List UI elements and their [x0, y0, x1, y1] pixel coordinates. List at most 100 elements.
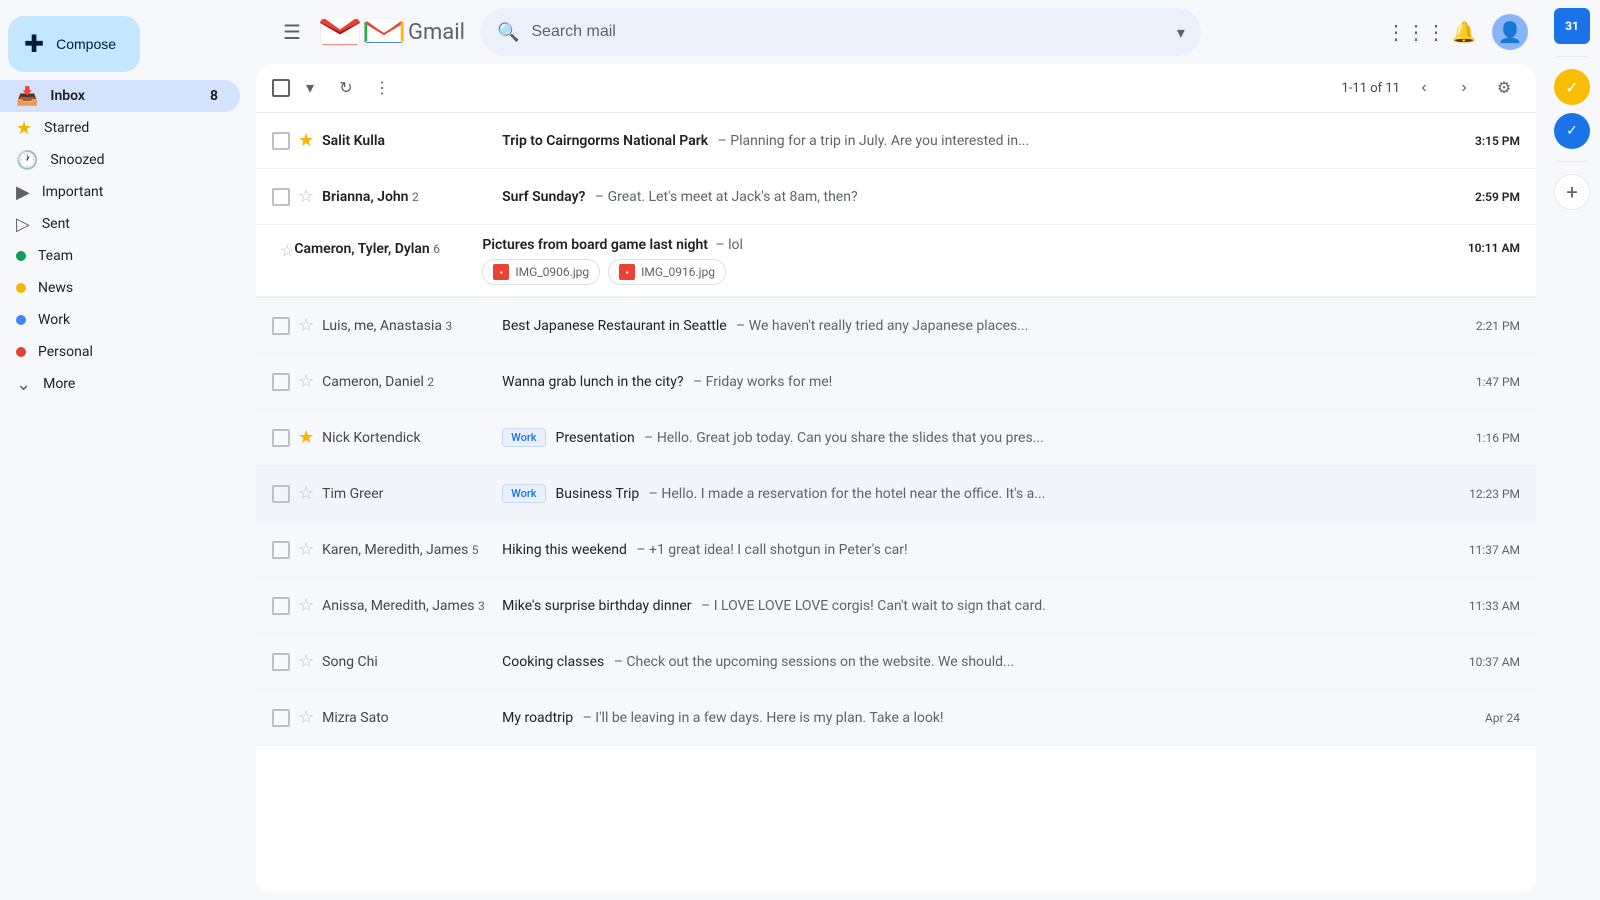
star-button[interactable]: ☆	[298, 651, 314, 672]
star-button[interactable]: ☆	[298, 371, 314, 392]
email-checkbox[interactable]	[272, 317, 290, 335]
email-row[interactable]: ☆ Mizra Sato My roadtrip – I'll be leavi…	[256, 690, 1536, 746]
star-button[interactable]: ☆	[298, 539, 314, 560]
settings-button[interactable]: ⚙	[1488, 72, 1520, 104]
email-time: Apr 24	[1485, 711, 1520, 725]
email-row[interactable]: ☆ Cameron, Tyler, Dylan 6 Pictures from …	[256, 225, 1536, 297]
star-button[interactable]: ☆	[280, 241, 294, 260]
email-checkbox[interactable]	[272, 709, 290, 727]
select-dropdown-button[interactable]: ▾	[294, 72, 326, 104]
chevron-left-icon: ‹	[1421, 79, 1426, 97]
star-button[interactable]: ★	[298, 130, 314, 151]
email-row[interactable]: ☆ Cameron, Daniel 2 Wanna grab lunch in …	[256, 354, 1536, 410]
sidebar-item-inbox[interactable]: 📥 Inbox 8	[0, 80, 240, 112]
email-content: Work Business Trip – Hello. I made a res…	[502, 484, 1461, 503]
email-checkbox[interactable]	[272, 597, 290, 615]
chevron-right-icon: ›	[1461, 79, 1466, 97]
email-row[interactable]: ★ Salit Kulla Trip to Cairngorms Nationa…	[256, 113, 1536, 169]
star-button[interactable]: ☆	[298, 595, 314, 616]
calendar-icon-button[interactable]: 31	[1554, 8, 1590, 44]
apps-button[interactable]: ⋮⋮⋮	[1396, 12, 1436, 52]
compose-button[interactable]: ✚ Compose	[8, 16, 140, 72]
email-row[interactable]: ☆ Karen, Meredith, James 5 Hiking this w…	[256, 522, 1536, 578]
email-checkbox[interactable]	[272, 541, 290, 559]
search-bar[interactable]: 🔍 ▾	[481, 8, 1201, 56]
email-checkbox[interactable]	[272, 132, 290, 150]
search-input[interactable]	[531, 23, 1177, 41]
more-options-button[interactable]: ⋮	[366, 72, 398, 104]
main-content: ☰	[256, 0, 1544, 900]
email-checkbox[interactable]	[272, 653, 290, 671]
team-label: Team	[38, 248, 224, 264]
email-time: 10:11 AM	[1468, 233, 1520, 255]
attachment-chip[interactable]: ▪ IMG_0906.jpg	[482, 259, 600, 285]
email-snippet: – Hello. I made a reservation for the ho…	[645, 486, 1045, 502]
refresh-icon: ↻	[339, 78, 352, 98]
select-all-checkbox[interactable]	[272, 79, 290, 97]
email-checkbox[interactable]	[272, 485, 290, 503]
gmail-logo: Gmail	[320, 18, 465, 46]
sidebar-item-sent[interactable]: ▷ Sent	[0, 208, 240, 240]
attachment-chip[interactable]: ▪ IMG_0916.jpg	[608, 259, 726, 285]
email-row[interactable]: ☆ Brianna, John 2 Surf Sunday? – Great. …	[256, 169, 1536, 225]
email-checkbox[interactable]	[272, 373, 290, 391]
sidebar-item-personal[interactable]: Personal	[0, 336, 240, 368]
email-time: 12:23 PM	[1469, 487, 1520, 501]
personal-label: Personal	[38, 344, 224, 360]
tasks-icon-button[interactable]: ✓	[1554, 69, 1590, 105]
email-content: Hiking this weekend – +1 great idea! I c…	[502, 542, 1461, 558]
sidebar: ✚ Compose 📥 Inbox 8 ★ Starred 🕐 Snoozed …	[0, 0, 256, 900]
sidebar-item-news[interactable]: News	[0, 272, 240, 304]
email-time: 3:15 PM	[1475, 134, 1520, 148]
email-row[interactable]: ☆ Song Chi Cooking classes – Check out t…	[256, 634, 1536, 690]
sidebar-item-work[interactable]: Work	[0, 304, 240, 336]
sidebar-item-more[interactable]: ⌄ More	[0, 368, 240, 400]
add-apps-button[interactable]: +	[1554, 174, 1590, 210]
starred-label: Starred	[44, 120, 224, 136]
user-avatar[interactable]: 👤	[1492, 14, 1528, 50]
email-time: 2:21 PM	[1476, 319, 1520, 333]
email-checkbox[interactable]	[272, 429, 290, 447]
starred-icon: ★	[16, 118, 32, 139]
email-subject: Mike's surprise birthday dinner	[502, 598, 691, 614]
sidebar-nav: 📥 Inbox 8 ★ Starred 🕐 Snoozed ▶ Importan…	[0, 80, 256, 400]
sidebar-item-important[interactable]: ▶ Important	[0, 176, 240, 208]
email-checkbox[interactable]	[272, 188, 290, 206]
team-dot	[16, 251, 26, 261]
star-button[interactable]: ☆	[298, 186, 314, 207]
search-dropdown-icon[interactable]: ▾	[1177, 23, 1185, 42]
hamburger-button[interactable]: ☰	[272, 12, 312, 52]
email-row[interactable]: ☆ Anissa, Meredith, James 3 Mike's surpr…	[256, 578, 1536, 634]
important-icon: ▶	[16, 182, 30, 203]
star-button[interactable]: ☆	[298, 707, 314, 728]
keep-icon-button[interactable]: ✓	[1554, 113, 1590, 149]
sidebar-item-starred[interactable]: ★ Starred	[0, 112, 240, 144]
email-content: Best Japanese Restaurant in Seattle – We…	[502, 318, 1468, 334]
more-label: More	[43, 376, 224, 392]
email-subject: Wanna grab lunch in the city?	[502, 374, 683, 390]
header-right: ⋮⋮⋮ 🔔 👤	[1396, 12, 1528, 52]
work-label-tag: Work	[502, 428, 545, 447]
prev-page-button[interactable]: ‹	[1408, 72, 1440, 104]
next-page-button[interactable]: ›	[1448, 72, 1480, 104]
email-row[interactable]: ★ Nick Kortendick Work Presentation – He…	[256, 410, 1536, 466]
star-button[interactable]: ☆	[298, 315, 314, 336]
divider	[1556, 161, 1588, 162]
sidebar-item-snoozed[interactable]: 🕐 Snoozed	[0, 144, 240, 176]
notifications-button[interactable]: 🔔	[1444, 12, 1484, 52]
email-snippet: – +1 great idea! I call shotgun in Peter…	[633, 542, 908, 558]
inbox-badge: 8	[204, 86, 224, 106]
work-dot	[16, 315, 26, 325]
search-icon: 🔍	[497, 22, 519, 43]
compose-label: Compose	[56, 36, 116, 52]
email-row[interactable]: ☆ Tim Greer Work Business Trip – Hello. …	[256, 466, 1536, 522]
star-button[interactable]: ★	[298, 427, 314, 448]
refresh-button[interactable]: ↻	[330, 72, 362, 104]
email-row[interactable]: ☆ Luis, me, Anastasia 3 Best Japanese Re…	[256, 298, 1536, 354]
sidebar-item-team[interactable]: Team	[0, 240, 240, 272]
star-button[interactable]: ☆	[298, 483, 314, 504]
email-subject: Best Japanese Restaurant in Seattle	[502, 318, 727, 334]
email-time: 10:37 AM	[1469, 655, 1520, 669]
plus-icon: ✚	[24, 30, 44, 59]
bell-icon: 🔔	[1452, 20, 1477, 45]
